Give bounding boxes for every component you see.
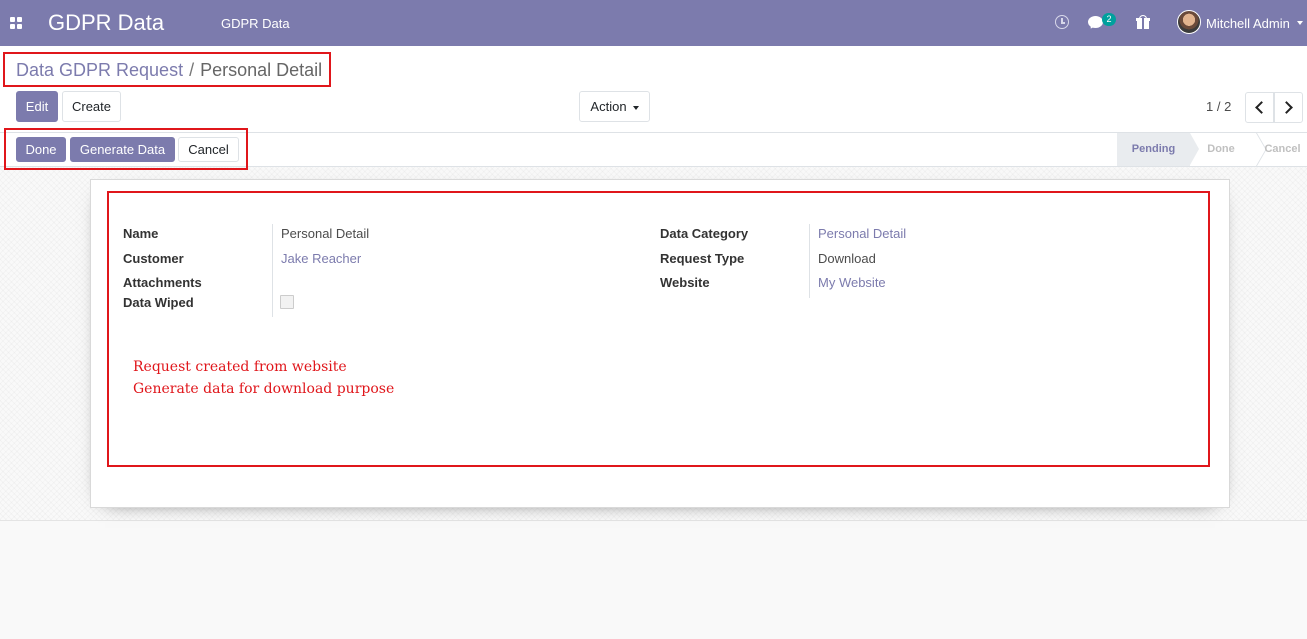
caret-down-icon[interactable] [1297,21,1303,25]
header-buttons-highlight-box [4,128,248,170]
menu-item-gdpr-data[interactable]: GDPR Data [221,16,290,31]
pager-next-button[interactable] [1274,92,1303,123]
chat-icon[interactable] [1088,16,1103,28]
pager-previous-button[interactable] [1245,92,1274,123]
stage-pending[interactable]: Pending [1117,133,1199,166]
stage-cancel[interactable]: Cancel [1258,133,1307,166]
edit-button[interactable]: Edit [16,91,58,122]
form-highlight-box [107,191,1210,467]
activity-clock-icon[interactable] [1055,15,1069,29]
top-navbar: GDPR Data GDPR Data 2 Mitchell Admin [0,0,1307,46]
chevron-left-icon [1255,101,1268,114]
action-dropdown-button[interactable]: Action [579,91,650,122]
app-title: GDPR Data [48,10,165,35]
gift-icon[interactable] [1136,15,1150,29]
chat-count-badge: 2 [1102,13,1116,26]
stage-separator [1244,133,1254,166]
action-label: Action [590,99,627,114]
stage-done[interactable]: Done [1199,133,1243,166]
create-button[interactable]: Create [62,91,121,122]
caret-down-icon [632,105,639,110]
apps-grid-icon[interactable] [10,17,22,29]
user-avatar[interactable] [1177,10,1201,34]
breadcrumb-highlight-box [3,52,331,87]
user-menu-name[interactable]: Mitchell Admin [1206,16,1290,31]
pager-value[interactable]: 1 / 2 [1206,99,1231,114]
chevron-right-icon [1280,101,1293,114]
